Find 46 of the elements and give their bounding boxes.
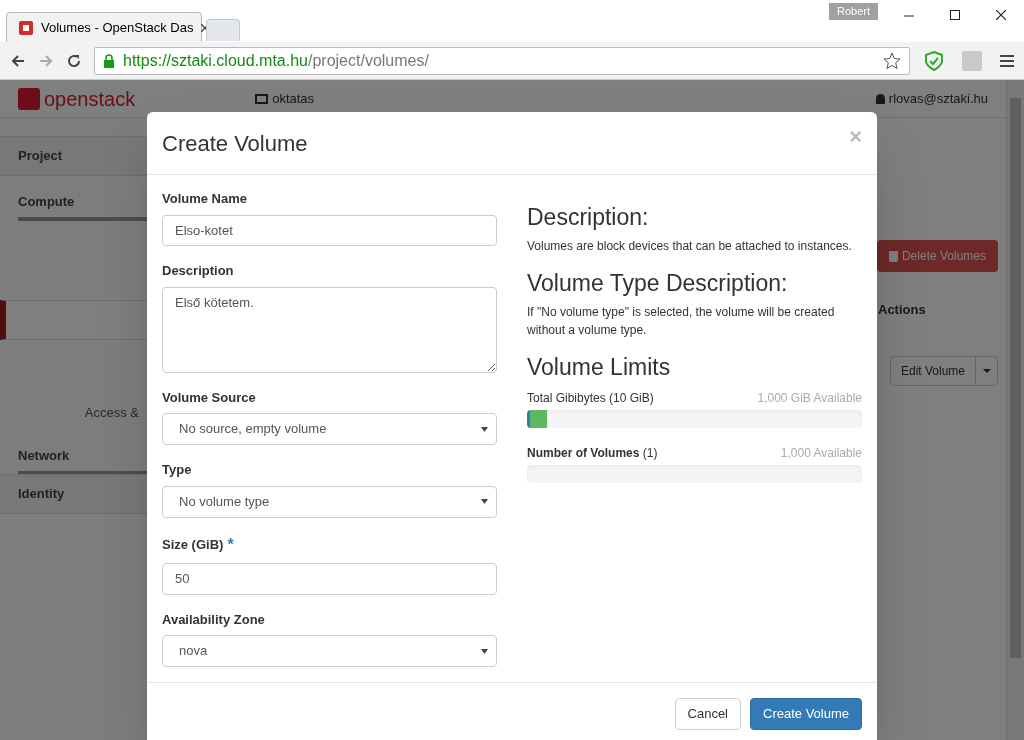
field-label: Volume Source	[162, 388, 256, 407]
forward-icon[interactable]	[38, 53, 54, 69]
sidebar-link[interactable]: Access &	[84, 402, 139, 422]
profile-name[interactable]: Robert	[829, 3, 879, 20]
cancel-button[interactable]: Cancel	[674, 698, 741, 730]
select-field[interactable]: No source, empty volume	[162, 413, 497, 446]
create-volume-button[interactable]: Create Volume	[750, 698, 862, 730]
section-heading: Volume Type Description:	[527, 269, 789, 297]
required-marker: *	[227, 534, 234, 555]
dropdown-icon	[481, 499, 488, 505]
sidebar-section[interactable]: Compute	[18, 194, 75, 209]
address-bar[interactable]: https://sztaki.cloud.mta.hu/project/volumes/	[94, 47, 910, 75]
openstack-logo: openstack	[18, 83, 136, 114]
description-field[interactable]: Első kötetem.	[162, 286, 497, 373]
field-label: Size (GiB)	[162, 535, 224, 554]
text-field[interactable]: Elso-kotet	[162, 214, 497, 247]
help-text: Volumes are block devices that can be attached to instances.	[527, 238, 853, 255]
shield-icon[interactable]	[924, 51, 944, 71]
field-label: Volume Name	[162, 190, 247, 208]
sidebar-section[interactable]: Network	[18, 448, 70, 463]
dropdown-icon	[481, 426, 488, 432]
favicon-icon	[19, 20, 33, 35]
section-heading: Volume Limits	[527, 353, 672, 381]
quota-label: Number of Volumes (1)	[527, 445, 658, 462]
select-field[interactable]: nova	[162, 635, 497, 667]
quota-available: 1,000 GiB Available	[757, 390, 862, 407]
section-heading: Description:	[527, 203, 650, 231]
text-field[interactable]: 50	[162, 562, 497, 595]
project-dropdown[interactable]: oktatas	[255, 88, 319, 109]
user-menu[interactable]: rlovas@sztaki.hu	[875, 88, 988, 109]
field-label: Availability Zone	[162, 610, 265, 629]
scrollbar[interactable]	[1006, 80, 1024, 740]
back-icon[interactable]	[10, 53, 26, 69]
star-icon[interactable]	[883, 52, 901, 70]
help-text: If "No volume type" is selected, the volume will be created without a volume type.	[527, 304, 836, 339]
menu-icon[interactable]	[1000, 54, 1014, 68]
select-field[interactable]: No volume type	[162, 485, 497, 518]
url-text: https://sztaki.cloud.mta.hu/project/volumes/	[123, 51, 430, 71]
quota-label: Total Gibibytes (10 GiB)	[527, 390, 654, 407]
delete-volumes-button[interactable]: Delete Volumes	[876, 240, 998, 272]
reload-icon[interactable]	[66, 53, 82, 69]
field-label: Description	[162, 262, 234, 281]
column-header: Actions	[878, 301, 927, 319]
quota-available: 1,000 Available	[780, 445, 862, 462]
lock-icon	[103, 54, 115, 68]
dropdown-icon	[481, 648, 488, 654]
